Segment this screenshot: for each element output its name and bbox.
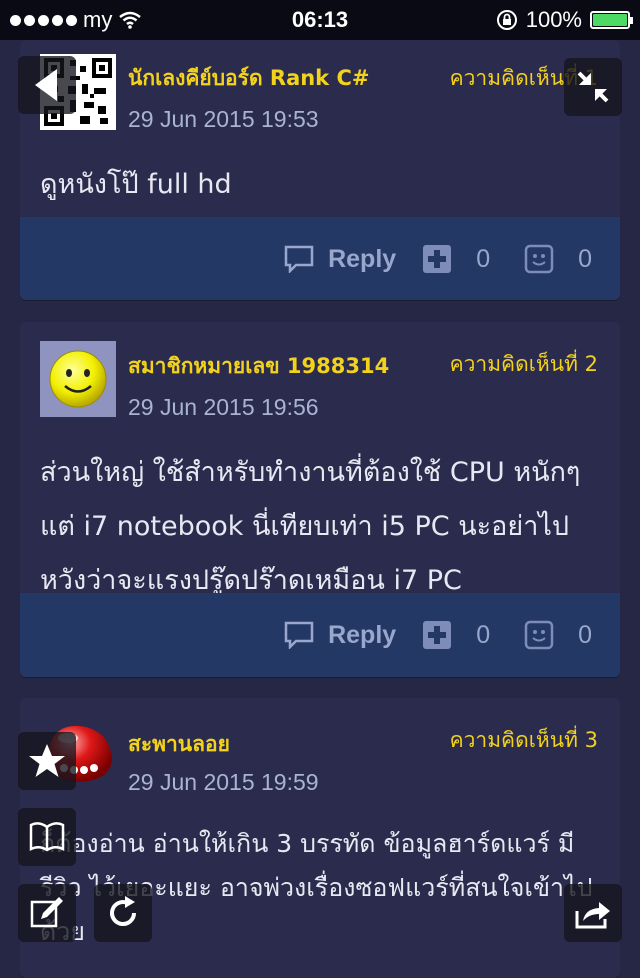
book-icon [29,822,65,852]
emotion-count: 0 [578,244,592,273]
comment-author[interactable]: นักเลงคีย์บอร์ด Rank C# [128,62,369,95]
comment-date: 29 Jun 2015 19:53 [128,106,319,132]
emotion-count: 0 [578,620,592,649]
comment-author[interactable]: สะพานลอย [128,728,230,761]
favorite-button[interactable] [18,732,76,790]
star-icon [29,744,65,777]
plus-button[interactable]: 0 [422,244,524,274]
comment-body: ส่วนใหญ่ ใช้สำหรับทำงานที่ต้องใช้ CPU หน… [40,457,581,596]
back-arrow-icon [35,69,57,101]
comment-card-1: นักเลงคีย์บอร์ด Rank C# ความคิดเห็นที่ 1… [20,40,620,300]
reply-button[interactable]: Reply [284,621,422,650]
comment-number: ความคิดเห็นที่ 3 [449,728,598,752]
reply-label: Reply [328,620,397,649]
plus-icon [423,621,452,649]
share-icon [575,902,610,929]
reply-icon [284,621,314,649]
comment-date: 29 Jun 2015 19:59 [128,769,319,795]
avatar-smiley[interactable] [40,341,116,417]
compose-button[interactable] [18,884,76,942]
reply-icon [284,245,314,273]
share-button[interactable] [564,884,622,942]
reply-button[interactable]: Reply [284,245,422,274]
read-button[interactable] [18,808,76,866]
smiley-icon [524,620,554,650]
plus-button[interactable]: 0 [422,620,524,650]
back-button[interactable] [18,56,76,114]
refresh-icon [110,896,137,926]
battery-icon [590,11,633,29]
comment-author[interactable]: สมาชิกหมายเลข 1988314 [128,350,389,383]
smiley-icon [524,244,554,274]
plus-count: 0 [476,244,491,273]
comment-action-bar: Reply 0 0 [20,217,620,300]
compose-icon [30,897,63,928]
status-bar: my 06:13 100% [0,0,640,40]
collapse-button[interactable] [564,58,622,116]
comment-date: 29 Jun 2015 19:56 [128,394,319,420]
rotation-lock-icon [496,10,517,30]
emotion-button[interactable]: 0 [524,620,592,650]
status-right: 100% [496,7,633,33]
comment-action-bar: Reply 0 0 [20,593,620,677]
comment-body: ดูหนังโป๊ full hd [40,169,232,200]
plus-icon [423,245,452,273]
comment-card-2: สมาชิกหมายเลข 1988314 ความคิดเห็นที่ 2 2… [20,322,620,677]
collapse-icon [577,71,609,103]
reply-label: Reply [328,244,397,273]
refresh-button[interactable] [94,884,152,942]
comment-number: ความคิดเห็นที่ 2 [449,352,598,376]
emotion-button[interactable]: 0 [524,244,592,274]
plus-count: 0 [476,620,491,649]
battery-percent: 100% [525,7,582,32]
